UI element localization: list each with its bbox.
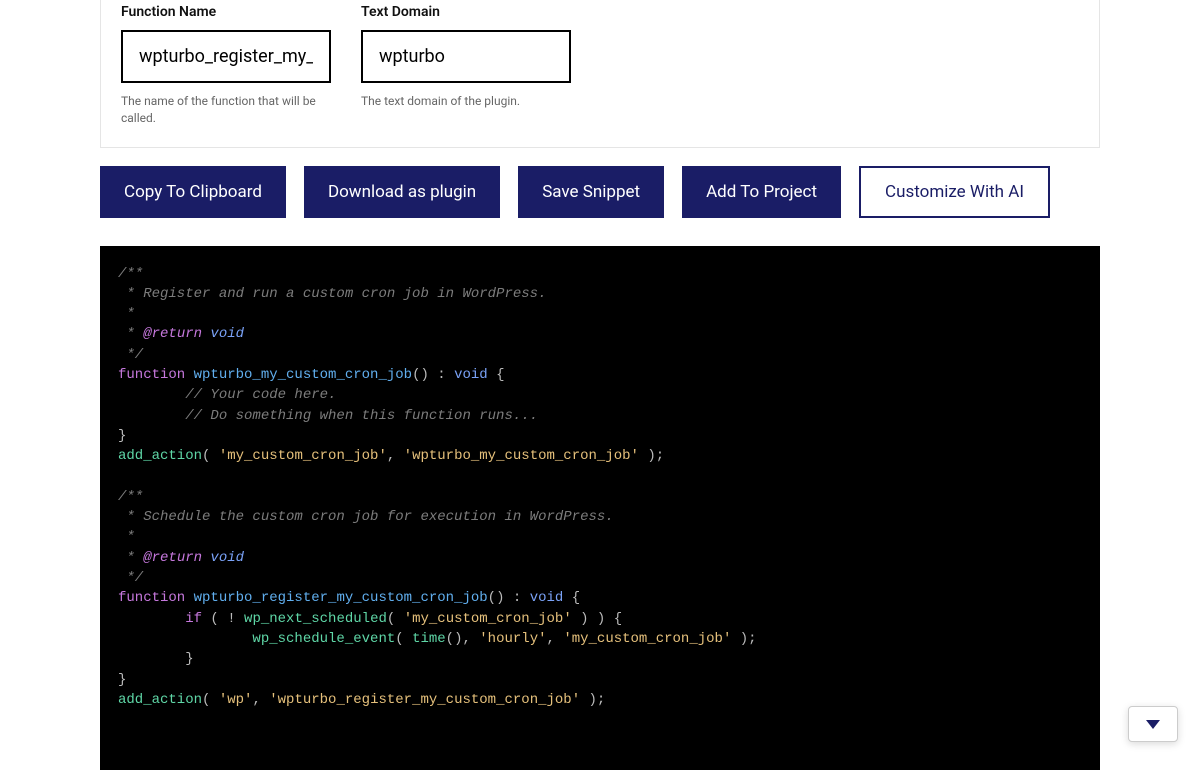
function-name-helper: The name of the function that will be ca… (121, 93, 331, 127)
action-buttons: Copy To Clipboard Download as plugin Sav… (100, 166, 1100, 218)
text-domain-helper: The text domain of the plugin. (361, 93, 571, 110)
text-domain-input[interactable] (361, 30, 571, 83)
text-domain-group: Text Domain The text domain of the plugi… (361, 4, 571, 127)
text-domain-label: Text Domain (361, 4, 571, 20)
form-card: Function Name The name of the function t… (100, 0, 1100, 148)
caret-down-icon (1146, 720, 1160, 729)
function-name-group: Function Name The name of the function t… (121, 4, 331, 127)
function-name-input[interactable] (121, 30, 331, 83)
floating-dropdown-button[interactable] (1128, 706, 1178, 742)
code-output: /** * Register and run a custom cron job… (100, 246, 1100, 770)
function-name-label: Function Name (121, 4, 331, 20)
add-to-project-button[interactable]: Add To Project (682, 166, 841, 218)
download-as-plugin-button[interactable]: Download as plugin (304, 166, 500, 218)
copy-to-clipboard-button[interactable]: Copy To Clipboard (100, 166, 286, 218)
customize-with-ai-button[interactable]: Customize With AI (859, 166, 1050, 218)
save-snippet-button[interactable]: Save Snippet (518, 166, 664, 218)
